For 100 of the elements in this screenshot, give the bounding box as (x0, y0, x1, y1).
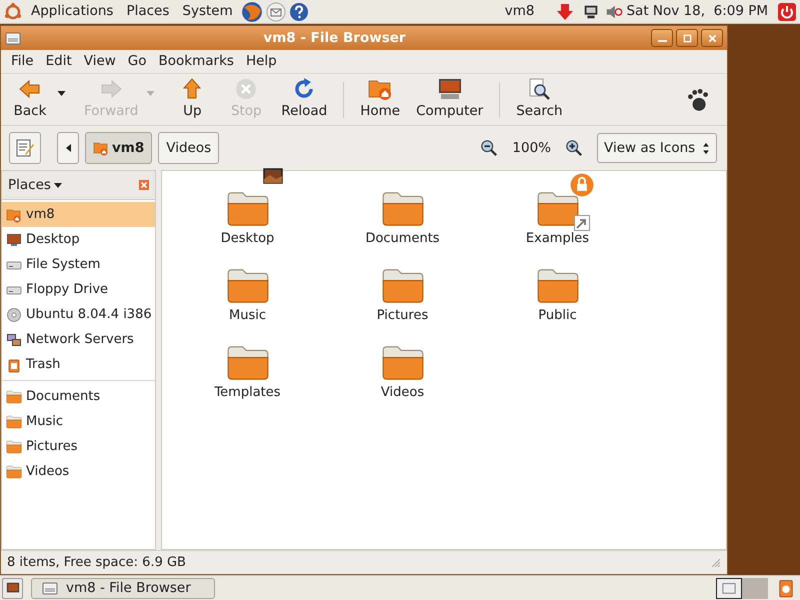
window-icon (722, 581, 736, 595)
home-folder-icon (93, 140, 109, 156)
path-button[interactable]: vm8 (85, 132, 152, 164)
workspace-switcher[interactable] (716, 578, 742, 598)
sidebar-item[interactable]: Ubuntu 8.04.4 i386 (2, 302, 155, 327)
workspace-switcher[interactable] (742, 578, 768, 598)
sidebar-item[interactable]: Network Servers (2, 327, 155, 352)
folder-icon (6, 414, 22, 428)
footprint-icon[interactable] (685, 86, 711, 112)
image-emblem-icon (262, 167, 284, 185)
maximize-button[interactable] (676, 29, 698, 47)
monitor-icon[interactable] (582, 2, 600, 20)
folder-icon (6, 390, 22, 404)
home-folder-icon (6, 206, 22, 222)
desktop-icon (6, 232, 22, 248)
minimize-icon (658, 40, 666, 42)
file-name[interactable]: Templates (214, 383, 281, 402)
folder-icon (6, 440, 22, 454)
file-name[interactable]: Desktop (220, 229, 274, 248)
folder-icon (536, 268, 580, 304)
menu-item[interactable]: Help (240, 51, 283, 72)
sidebar-item[interactable]: Videos (2, 459, 155, 484)
search-button[interactable]: Search (508, 77, 571, 122)
folder-icon (380, 191, 424, 227)
window-title: vm8 - File Browser (262, 28, 407, 48)
left-triangle-icon (66, 144, 70, 152)
panel-menu[interactable]: Places (121, 1, 174, 22)
close-button[interactable] (701, 29, 723, 47)
help-icon[interactable] (288, 2, 309, 22)
sidebar-item[interactable]: Desktop (2, 227, 155, 252)
cd-icon (6, 306, 22, 322)
search-icon (527, 77, 552, 102)
sidebar-item[interactable]: Floppy Drive (2, 277, 155, 302)
edit-location-button[interactable] (9, 132, 41, 164)
ubuntu-logo-icon[interactable] (3, 2, 23, 22)
sidebar-item[interactable]: File System (2, 252, 155, 277)
show-desktop-button[interactable] (2, 578, 23, 598)
panel-menu[interactable]: System (177, 1, 238, 22)
resize-grip-icon[interactable] (711, 558, 721, 568)
folder-icon (226, 191, 270, 227)
maximize-icon (682, 34, 692, 42)
computer-button[interactable]: Computer (408, 77, 492, 122)
back-button[interactable]: Back (3, 77, 57, 122)
folder-icon (226, 345, 270, 381)
trash-icon (6, 356, 22, 372)
updown-arrows-icon (702, 142, 710, 154)
menu-item[interactable]: Bookmarks (152, 51, 240, 72)
folder-icon (380, 345, 424, 381)
path-button[interactable]: Videos (158, 132, 220, 164)
sidebar-item[interactable]: vm8 (2, 202, 155, 227)
up-button[interactable]: Up (165, 77, 220, 122)
zoom-level: 100% (511, 138, 552, 158)
path-scroll-left-button[interactable] (57, 132, 79, 164)
reload-button[interactable]: Reload (273, 77, 336, 122)
down-arrow-icon[interactable] (555, 2, 576, 22)
sidebar-item[interactable]: Trash (2, 352, 155, 377)
zoom-out-icon[interactable] (480, 139, 498, 157)
folder-icon (380, 268, 424, 304)
zoom-in-icon[interactable] (565, 139, 583, 157)
taskbar-button[interactable]: vm8 - File Browser (31, 578, 215, 598)
folder-icon (6, 464, 22, 478)
view-mode-dropdown[interactable]: View as Icons (597, 133, 717, 163)
file-name[interactable]: Documents (365, 229, 440, 248)
caret-icon[interactable] (57, 91, 66, 96)
menu-item[interactable]: Go (122, 51, 153, 72)
clock[interactable]: Sat Nov 18, 6:09 PM (626, 1, 768, 22)
sidebar-item[interactable]: Music (2, 409, 155, 434)
menu-item[interactable]: File (5, 51, 40, 72)
notepad-pencil-icon (15, 138, 35, 158)
minimize-button[interactable] (651, 29, 673, 47)
stop-icon (234, 77, 258, 102)
menu-item[interactable]: Edit (40, 51, 78, 72)
file-name[interactable]: Public (538, 306, 577, 326)
menu-item[interactable]: View (78, 51, 122, 72)
file-name[interactable]: Music (229, 306, 266, 326)
file-name[interactable]: Examples (526, 229, 590, 248)
computer-icon (438, 77, 462, 102)
globe-icon[interactable] (240, 0, 263, 22)
folder-icon (226, 268, 270, 304)
padlock-emblem-icon (570, 173, 594, 197)
close-icon (708, 34, 716, 42)
envelope-icon[interactable] (266, 2, 286, 22)
window-menu-icon[interactable] (5, 30, 21, 46)
link-arrow-emblem-icon (574, 215, 590, 231)
desktop-icon (6, 581, 20, 595)
file-name[interactable]: Pictures (376, 306, 428, 326)
status-text: 8 items, Free space: 6.9 GB (7, 554, 187, 572)
sidebar-item[interactable]: Pictures (2, 434, 155, 459)
folder-icon (536, 191, 580, 227)
network-icon (6, 332, 22, 348)
sidebar-item[interactable]: Documents (2, 384, 155, 409)
home-button[interactable]: Home (352, 77, 408, 122)
file-name[interactable]: Videos (380, 383, 424, 402)
window-icon (42, 580, 58, 596)
user-name[interactable]: vm8 (504, 1, 534, 22)
power-icon[interactable] (777, 2, 797, 22)
close-icon[interactable] (139, 180, 149, 190)
panel-menu[interactable]: Applications (26, 1, 118, 22)
caret-icon (54, 182, 62, 188)
places-dropdown[interactable]: Places (8, 174, 62, 196)
